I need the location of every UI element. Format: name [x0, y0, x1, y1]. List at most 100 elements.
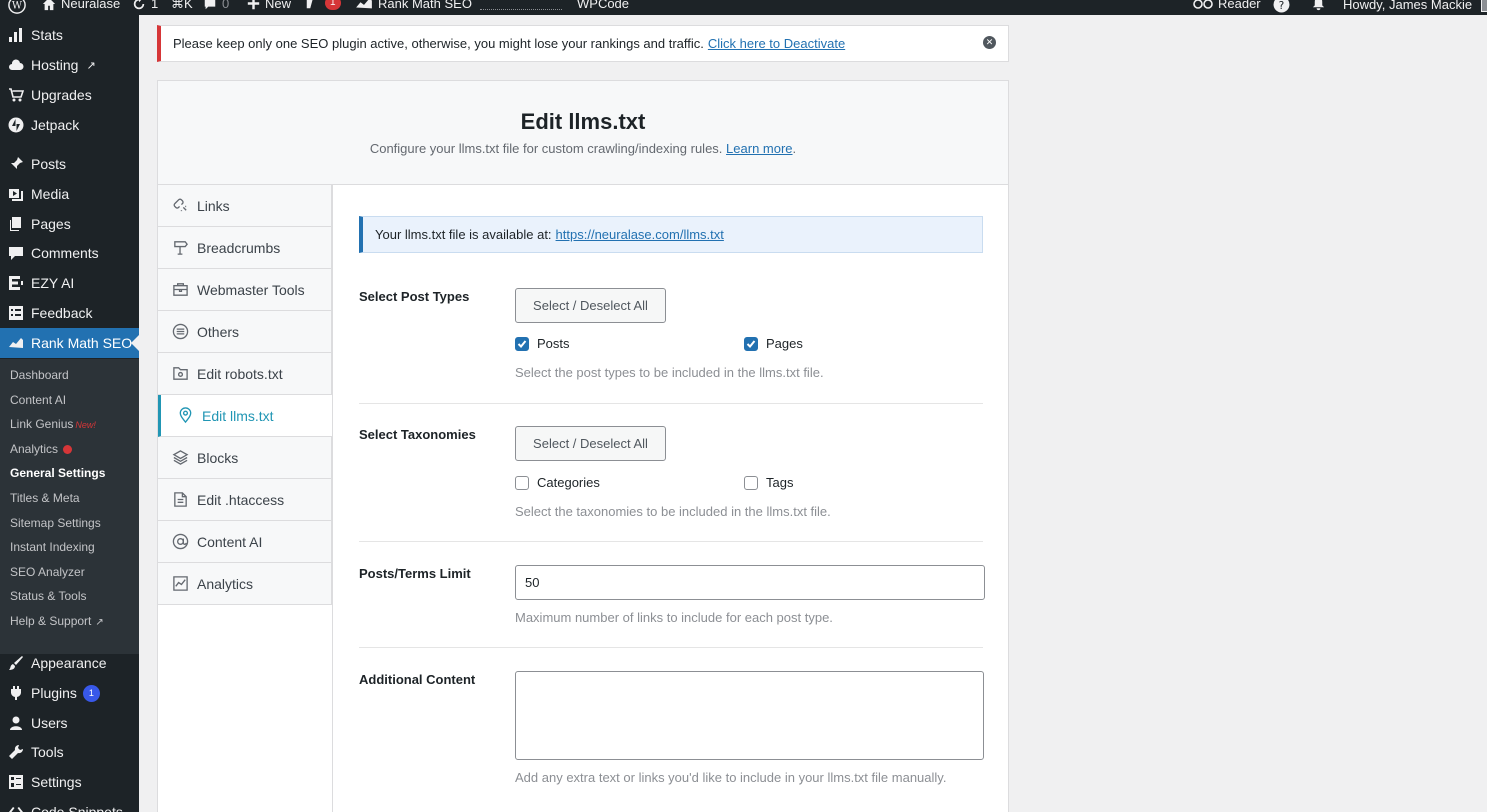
submenu-label: Analytics: [10, 442, 59, 456]
menu-comments[interactable]: Comments: [0, 238, 139, 268]
tab-breadcrumbs[interactable]: Breadcrumbs: [158, 227, 332, 269]
menu-label: Code Snippets: [31, 804, 123, 812]
menu-jetpack[interactable]: Jetpack: [0, 110, 139, 140]
tab-edit-robots[interactable]: Edit robots.txt: [158, 353, 332, 395]
traffic-sparkline: [480, 0, 562, 10]
tab-content-ai[interactable]: Content AI: [158, 521, 332, 563]
chart-line-icon: [171, 575, 189, 593]
rank-math-icon: [356, 0, 372, 8]
menu-label: Rank Math SEO: [31, 335, 133, 351]
tab-label: Webmaster Tools: [197, 281, 305, 298]
menu-appearance[interactable]: Appearance: [0, 648, 139, 678]
menu-ezy-ai[interactable]: EZY AI: [0, 268, 139, 298]
cart-icon: [8, 87, 24, 103]
reader-link[interactable]: Reader: [1193, 0, 1261, 11]
menu-posts[interactable]: Posts: [0, 149, 139, 179]
site-name-link[interactable]: Neuralase: [42, 0, 120, 11]
signpost-icon: [171, 239, 189, 257]
page-subtitle: Configure your llms.txt file for custom …: [158, 141, 1008, 156]
help-icon[interactable]: ?: [1273, 0, 1290, 13]
tab-edit-llms[interactable]: Edit llms.txt: [158, 395, 332, 437]
submenu-help-support[interactable]: Help & Support ↗: [10, 614, 104, 628]
submenu-analytics[interactable]: Analytics: [10, 442, 73, 456]
panel-header: Edit llms.txt Configure your llms.txt fi…: [158, 81, 1008, 185]
wpcode-link[interactable]: WPCode: [577, 0, 629, 11]
rank-math-submenu: Dashboard Content AI Link Genius New! Ana…: [0, 359, 139, 654]
yoast-link[interactable]: 1: [304, 0, 341, 10]
llms-settings-content: Your llms.txt file is available at: http…: [333, 185, 1008, 812]
menu-feedback[interactable]: Feedback: [0, 298, 139, 328]
llms-file-link[interactable]: https://neuralase.com/llms.txt: [556, 227, 724, 242]
tab-links[interactable]: Links: [158, 185, 332, 227]
new-tag: New!: [75, 420, 96, 430]
checkbox-label: Categories: [537, 475, 600, 490]
tab-webmaster-tools[interactable]: Webmaster Tools: [158, 269, 332, 311]
file-icon: [171, 491, 189, 509]
new-content-link[interactable]: New: [247, 0, 291, 11]
notice-text: Please keep only one SEO plugin active, …: [173, 36, 704, 51]
submenu-general-settings[interactable]: General Settings: [10, 466, 105, 480]
code-icon: [8, 804, 24, 812]
menu-plugins[interactable]: Plugins 1: [0, 678, 139, 708]
tab-label: Blocks: [197, 449, 239, 466]
taxonomy-tags-checkbox[interactable]: Tags: [744, 475, 793, 490]
tab-label: Edit .htaccess: [197, 491, 285, 508]
divider: [359, 403, 983, 404]
tab-blocks[interactable]: Blocks: [158, 437, 332, 479]
subtitle-period: .: [792, 141, 797, 156]
submenu-instant-indexing[interactable]: Instant Indexing: [10, 540, 95, 554]
submenu-seo-analyzer[interactable]: SEO Analyzer: [10, 565, 85, 579]
comments-link[interactable]: 0: [203, 0, 229, 11]
menu-stats[interactable]: Stats: [0, 20, 139, 50]
post-types-select-all-button[interactable]: Select / Deselect All: [515, 288, 666, 323]
rank-math-link[interactable]: Rank Math SEO: [355, 0, 472, 11]
dismiss-icon[interactable]: ✕: [983, 36, 996, 49]
submenu-titles-meta[interactable]: Titles & Meta: [10, 491, 80, 505]
menu-tools[interactable]: Tools: [0, 737, 139, 767]
taxonomy-categories-checkbox[interactable]: Categories: [515, 475, 600, 490]
tab-label: Breadcrumbs: [197, 239, 281, 256]
learn-more-link[interactable]: Learn more: [726, 141, 792, 156]
tab-label: Edit llms.txt: [202, 407, 274, 424]
notifications-bell-icon[interactable]: [1311, 0, 1326, 11]
updates-link[interactable]: 1: [132, 0, 158, 11]
tab-edit-htaccess[interactable]: Edit .htaccess: [158, 479, 332, 521]
command-palette-shortcut[interactable]: ⌘K: [171, 0, 193, 12]
menu-settings[interactable]: Settings: [0, 767, 139, 797]
menu-hosting[interactable]: Hosting ↗: [0, 50, 139, 80]
account-menu[interactable]: Howdy, James Mackie: [1343, 0, 1487, 12]
submenu-link-genius[interactable]: Link Genius New!: [10, 417, 96, 431]
wordpress-logo-icon[interactable]: W: [8, 0, 26, 14]
taxonomies-select-all-button[interactable]: Select / Deselect All: [515, 426, 666, 461]
tab-analytics[interactable]: Analytics: [158, 563, 332, 605]
yoast-icon: [306, 0, 313, 9]
cloud-icon: [8, 57, 24, 73]
plus-icon: [247, 0, 260, 10]
checkbox-box: [744, 475, 758, 490]
menu-rank-math-seo[interactable]: Rank Math SEO: [0, 328, 139, 358]
submenu-status-tools[interactable]: Status & Tools: [10, 589, 87, 603]
menu-upgrades[interactable]: Upgrades: [0, 80, 139, 110]
menu-label: Users: [31, 715, 68, 731]
comments-count: 0: [222, 0, 230, 11]
submenu-content-ai[interactable]: Content AI: [10, 393, 66, 407]
post-type-posts-checkbox[interactable]: Posts: [515, 336, 570, 351]
menu-users[interactable]: Users: [0, 708, 139, 738]
admin-bar: W Neuralase 1 ⌘K 0 New 1 Rank Math SEO W…: [0, 0, 1487, 15]
menu-media[interactable]: Media: [0, 179, 139, 209]
submenu-sitemap-settings[interactable]: Sitemap Settings: [10, 516, 101, 530]
home-icon: [42, 0, 56, 10]
settings-icon: [8, 774, 24, 790]
deactivate-link[interactable]: Click here to Deactivate: [708, 36, 845, 51]
robots-folder-icon: [171, 365, 189, 383]
menu-pages[interactable]: Pages: [0, 209, 139, 239]
menu-code-snippets[interactable]: Code Snippets: [0, 797, 139, 812]
submenu-label: Link Genius: [10, 417, 74, 431]
post-type-pages-checkbox[interactable]: Pages: [744, 336, 803, 351]
menu-label: Stats: [31, 27, 63, 43]
submenu-dashboard[interactable]: Dashboard: [10, 368, 69, 382]
post-types-label: Select Post Types: [359, 289, 470, 304]
posts-terms-limit-input[interactable]: 50: [515, 565, 985, 600]
additional-content-textarea[interactable]: [515, 671, 984, 760]
tab-others[interactable]: Others: [158, 311, 332, 353]
